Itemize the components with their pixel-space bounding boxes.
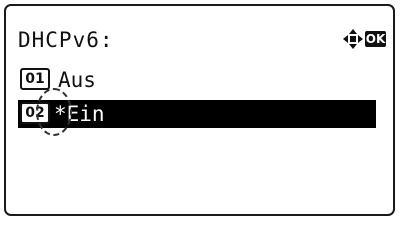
lcd-panel: DHCPv6: OK 01 Aus 02 *Ein [4,4,395,216]
highlight-ring [36,88,72,136]
option-number-badge: 01 [20,68,50,90]
option-label: Aus [58,68,96,92]
ok-key-icon[interactable]: OK [365,31,386,47]
four-way-arrow-icon [343,29,363,49]
navigation-indicator: OK [342,28,387,50]
screen-title: DHCPv6: [18,28,114,52]
